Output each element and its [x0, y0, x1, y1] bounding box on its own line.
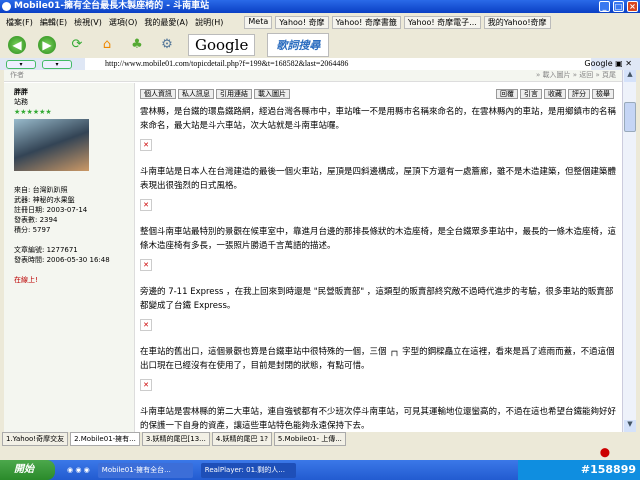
link-my-yahoo[interactable]: 我的Yahoo!奇摩: [483, 15, 551, 29]
tab-5[interactable]: 5.Mobile01- 上傳...: [273, 432, 346, 446]
title-bar: Mobile01-擁有全台最長木製座椅的 - 斗南車站 _ □ ×: [0, 0, 640, 13]
google-search-label[interactable]: Google ▣ ✕: [584, 58, 632, 70]
broken-image-icon[interactable]: ✕: [140, 139, 152, 151]
brand-logo: [590, 13, 640, 60]
home-icon[interactable]: ⌂: [98, 36, 116, 54]
web-dropdown[interactable]: ▾: [6, 59, 36, 69]
user-joined: 註冊日期: 2003-07-14: [14, 206, 88, 214]
favorites-icon[interactable]: ♣: [128, 36, 146, 54]
refresh-icon[interactable]: ⟳: [68, 36, 86, 54]
close-button[interactable]: ×: [627, 1, 638, 12]
online-status: 在線上!: [14, 276, 38, 284]
page-content: 作者 » 載入圖片 » 返回 » 頁尾 胖胖 站務 ★★★★★★ 來自: 台灣趴趴…: [0, 70, 622, 432]
quote-button[interactable]: 引言: [520, 89, 542, 99]
links-bar: Meta Yahoo! 奇摩 Yahoo! 奇摩書籤 Yahoo! 奇摩電子... 我的…: [244, 15, 551, 29]
broken-image-icon[interactable]: ✕: [140, 379, 152, 391]
status-bar: ⬤: [0, 446, 640, 460]
profile-panel: 胖胖 站務 ★★★★★★ 來自: 台灣趴趴照 武器: 神秘的水果盤 註冊日期: …: [4, 83, 135, 432]
avatar: [14, 119, 89, 171]
user-posts: 發表數: 2394: [14, 216, 58, 224]
post-buttons: 個人資訊 私人訊息 引用連結 載入圖片 回覆 引言 收藏 評分 檢舉: [140, 87, 616, 101]
post-time: 發表時間: 2006-05-30 16:48: [14, 256, 110, 264]
bbs-dropdown[interactable]: ▾: [42, 59, 72, 69]
link-meta[interactable]: Meta: [244, 15, 273, 29]
report-button[interactable]: 檢舉: [592, 89, 614, 99]
start-button[interactable]: 開始: [0, 460, 55, 480]
google-label: Google: [584, 59, 613, 68]
paragraph: 在車站的舊出口，這個景觀也算是台鐵車站中很特殊的一個，三個 ┌┐ 字型的鋼樑矗立…: [140, 347, 615, 371]
ie-icon: [2, 2, 11, 11]
maximize-button[interactable]: □: [613, 1, 624, 12]
tab-4[interactable]: 4.妖精的尾巴 1?: [211, 432, 272, 446]
taskbar: 開始 ◉ ◉ ◉ Mobile01-擁有全台... RealPlayer: 01…: [0, 460, 640, 480]
user-weapon: 武器: 神秘的水果盤: [14, 196, 75, 204]
link-yahoo[interactable]: Yahoo! 奇摩: [275, 15, 329, 29]
tab-3[interactable]: 3.妖精的尾巴[13...: [141, 432, 210, 446]
user-name[interactable]: 胖胖: [14, 87, 124, 97]
forward-icon[interactable]: ▶: [38, 35, 56, 54]
broken-image-icon[interactable]: ✕: [140, 319, 152, 331]
menu-help[interactable]: 說明(H): [195, 17, 223, 28]
vertical-scrollbar[interactable]: ▲ ▼: [622, 70, 636, 432]
tab-2[interactable]: 2.Mobile01-擁有...: [70, 432, 140, 446]
link-yahoo-bookmarks[interactable]: Yahoo! 奇摩書籤: [331, 15, 401, 29]
task-realplayer[interactable]: RealPlayer: 01.剩的人...: [200, 462, 296, 478]
menu-file[interactable]: 檔案(F): [6, 17, 33, 28]
user-rank: 站務: [14, 98, 28, 106]
article-number: 文章編號: 1277671: [14, 246, 78, 254]
author-label: 作者: [10, 71, 24, 79]
paragraph: 斗南車站是日本人在台灣建造的最後一個火車站，屋頂是四斜邊構成，屋頂下方還有一處簷…: [140, 167, 617, 191]
profile-button[interactable]: 個人資訊: [140, 89, 176, 99]
broken-image-icon[interactable]: ✕: [140, 259, 152, 271]
quote-link-button[interactable]: 引用連結: [216, 89, 252, 99]
menu-bar: 檔案(F) 編輯(E) 檢視(V) 選項(O) 我的最愛(A) 說明(H) Meta Yah…: [0, 13, 590, 31]
tray-text: #158899: [580, 463, 636, 476]
scroll-thumb[interactable]: [624, 102, 636, 132]
url-input[interactable]: http://www.mobile01.com/topicdetail.php?…: [85, 58, 591, 70]
google-button[interactable]: Google: [188, 33, 256, 56]
rank-stars: ★★★★★★: [14, 108, 52, 116]
post-body: 個人資訊 私人訊息 引用連結 載入圖片 回覆 引言 收藏 評分 檢舉 雲林縣，是台鐵的環島鐵路…: [140, 83, 622, 432]
window-title: Mobile01-擁有全台最長木製座椅的 - 斗南車站: [14, 1, 210, 11]
pm-button[interactable]: 私人訊息: [178, 89, 214, 99]
menu-options[interactable]: 選項(O): [109, 17, 138, 28]
task-browser[interactable]: Mobile01-擁有全台...: [97, 462, 193, 478]
tools-icon[interactable]: ⚙: [158, 36, 176, 54]
reply-button[interactable]: 回覆: [496, 89, 518, 99]
broken-image-icon[interactable]: ✕: [140, 199, 152, 211]
paragraph: 斗南車站是雲林縣的第二大車站，連自強號都有不少班次停斗南車站，可見其運輸地位還蠻…: [140, 407, 617, 431]
system-tray: #158899: [518, 460, 640, 480]
paragraph: 整個斗南車站最特別的景觀在候車室中，靠進月台邊的那排長條狀的木造座椅，是全台鐵眾…: [140, 227, 617, 251]
link-yahoo-ebook[interactable]: Yahoo! 奇摩電子...: [403, 15, 481, 29]
rate-button[interactable]: 評分: [568, 89, 590, 99]
bookmark-button[interactable]: 收藏: [544, 89, 566, 99]
toolbar: ◀ ▶ ⟳ ⌂ ♣ ⚙ Google 歌詞搜尋: [0, 31, 590, 58]
popup-blocked-icon[interactable]: ⬤: [600, 448, 610, 458]
user-points: 積分: 5797: [14, 226, 51, 234]
paragraph: 旁邊的 7-11 Express ，在我上回來到時還是 "民營販賣部" ，這類型…: [140, 287, 614, 311]
menu-favorites[interactable]: 我的最愛(A): [144, 17, 188, 28]
browser-tabs: 1.Yahoo!奇摩交友 2.Mobile01-擁有... 3.妖精的尾巴[13..…: [0, 432, 640, 446]
menu-view[interactable]: 檢視(V): [74, 17, 102, 28]
scroll-up-icon[interactable]: ▲: [624, 70, 636, 82]
paragraph: 雲林縣，是台鐵的環島鐵路網，經過台灣各縣市中，車站唯一不是用縣市名稱來命名的，在…: [140, 107, 617, 131]
tab-1[interactable]: 1.Yahoo!奇摩交友: [2, 432, 69, 446]
quick-launch-icons[interactable]: ◉ ◉ ◉: [67, 466, 90, 474]
scroll-down-icon[interactable]: ▼: [624, 420, 636, 432]
minimize-button[interactable]: _: [599, 1, 610, 12]
menu-edit[interactable]: 編輯(E): [40, 17, 67, 28]
header-nav[interactable]: » 載入圖片 » 返回 » 頁尾: [536, 70, 616, 80]
back-icon[interactable]: ◀: [8, 35, 26, 54]
address-bar: ▾ ▾ http://www.mobile01.com/topicdetail.p…: [0, 58, 640, 70]
lyrics-search-button[interactable]: 歌詞搜尋: [267, 32, 330, 57]
user-from: 來自: 台灣趴趴照: [14, 186, 68, 194]
load-images-button[interactable]: 載入圖片: [254, 89, 290, 99]
post-header: 作者 » 載入圖片 » 返回 » 頁尾: [4, 70, 622, 82]
